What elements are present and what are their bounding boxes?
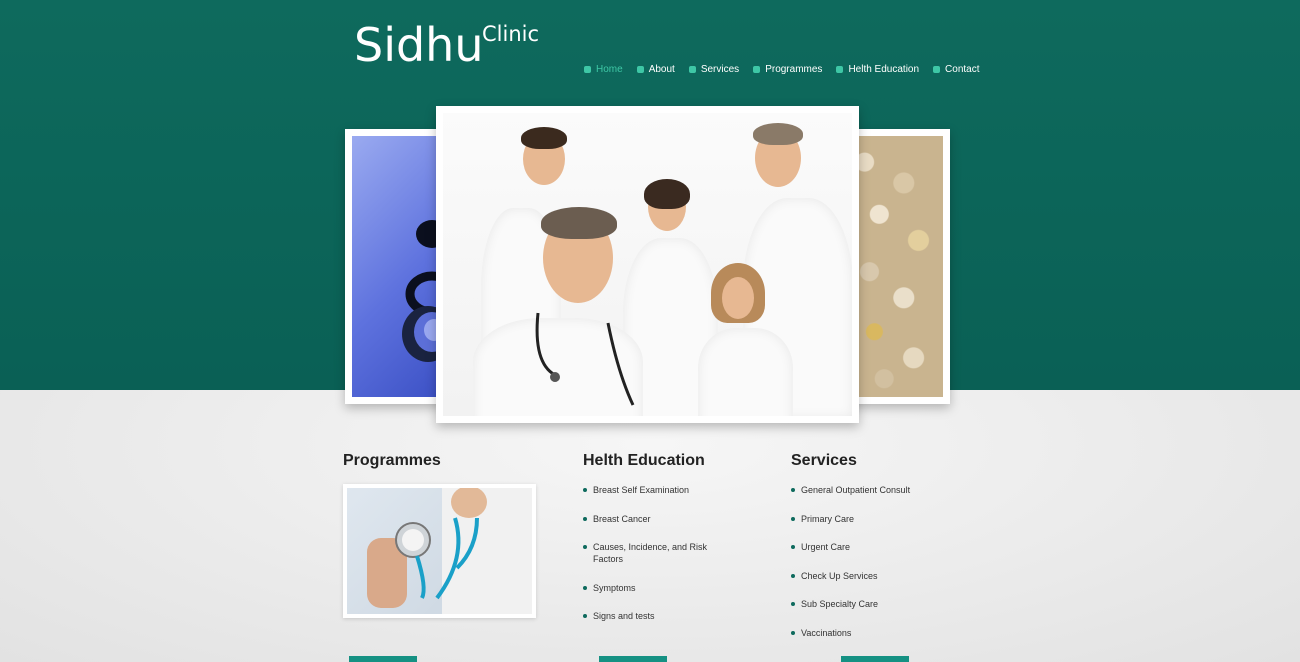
list-item[interactable]: Primary Care [791,513,961,525]
nav-label: Programmes [765,64,823,75]
bullet-icon [836,66,844,73]
nav-item-services[interactable]: Services [688,64,740,75]
nav-item-about[interactable]: About [636,64,675,75]
nav-label: Home [596,64,623,75]
nav-item-contact[interactable]: Contact [933,64,980,75]
programmes-more-button[interactable] [349,656,417,662]
nav-item-programmes[interactable]: Programmes [753,64,822,75]
list-item[interactable]: Urgent Care [791,541,961,553]
list-item[interactable]: General Outpatient Consult [791,484,961,496]
bullet-icon [636,66,644,73]
logo-name: Sidhu [354,18,484,72]
list-item[interactable]: Check Up Services [791,570,961,582]
services-more-button[interactable] [841,656,909,662]
programmes-title: Programmes [343,452,441,469]
nav-item-home[interactable]: Home [584,64,623,75]
nav-label: Contact [945,64,980,75]
health-education-section: Helth Education Breast Self Examination … [583,452,763,639]
bullet-icon [753,66,761,73]
list-item[interactable]: Breast Self Examination [583,484,763,496]
logo-subtitle: Clinic [482,22,540,46]
pills-image [845,136,943,397]
nav-label: Services [700,64,740,75]
services-list: General Outpatient Consult Primary Care … [791,484,961,639]
nav-label: About [648,64,675,75]
slide-medical-team[interactable] [436,106,859,423]
programmes-image[interactable] [343,484,536,618]
list-item[interactable]: Breast Cancer [583,513,763,525]
site-logo[interactable]: Sidhu Clinic [354,18,539,72]
health-education-title: Helth Education [583,452,705,469]
medical-team-image [443,113,852,416]
bullet-icon [584,66,591,73]
services-section: Services General Outpatient Consult Prim… [791,452,961,655]
programmes-section: Programmes [343,452,543,618]
list-item[interactable]: Sub Specialty Care [791,598,961,610]
health-education-more-button[interactable] [599,656,667,662]
bullet-icon [933,66,941,73]
list-item[interactable]: Vaccinations [791,627,961,639]
nav-item-health-education[interactable]: Helth Education [836,64,919,75]
list-item[interactable]: Causes, Incidence, and Risk Factors [583,541,723,565]
bullet-icon [688,66,696,73]
nav-label: Helth Education [848,64,920,75]
health-education-list: Breast Self Examination Breast Cancer Ca… [583,484,763,622]
list-item[interactable]: Signs and tests [583,610,763,622]
services-title: Services [791,452,857,469]
doctor-stethoscope-image [347,488,532,614]
list-item[interactable]: Symptoms [583,582,763,594]
main-nav: Home About Services Programmes Helth Edu… [584,64,980,75]
